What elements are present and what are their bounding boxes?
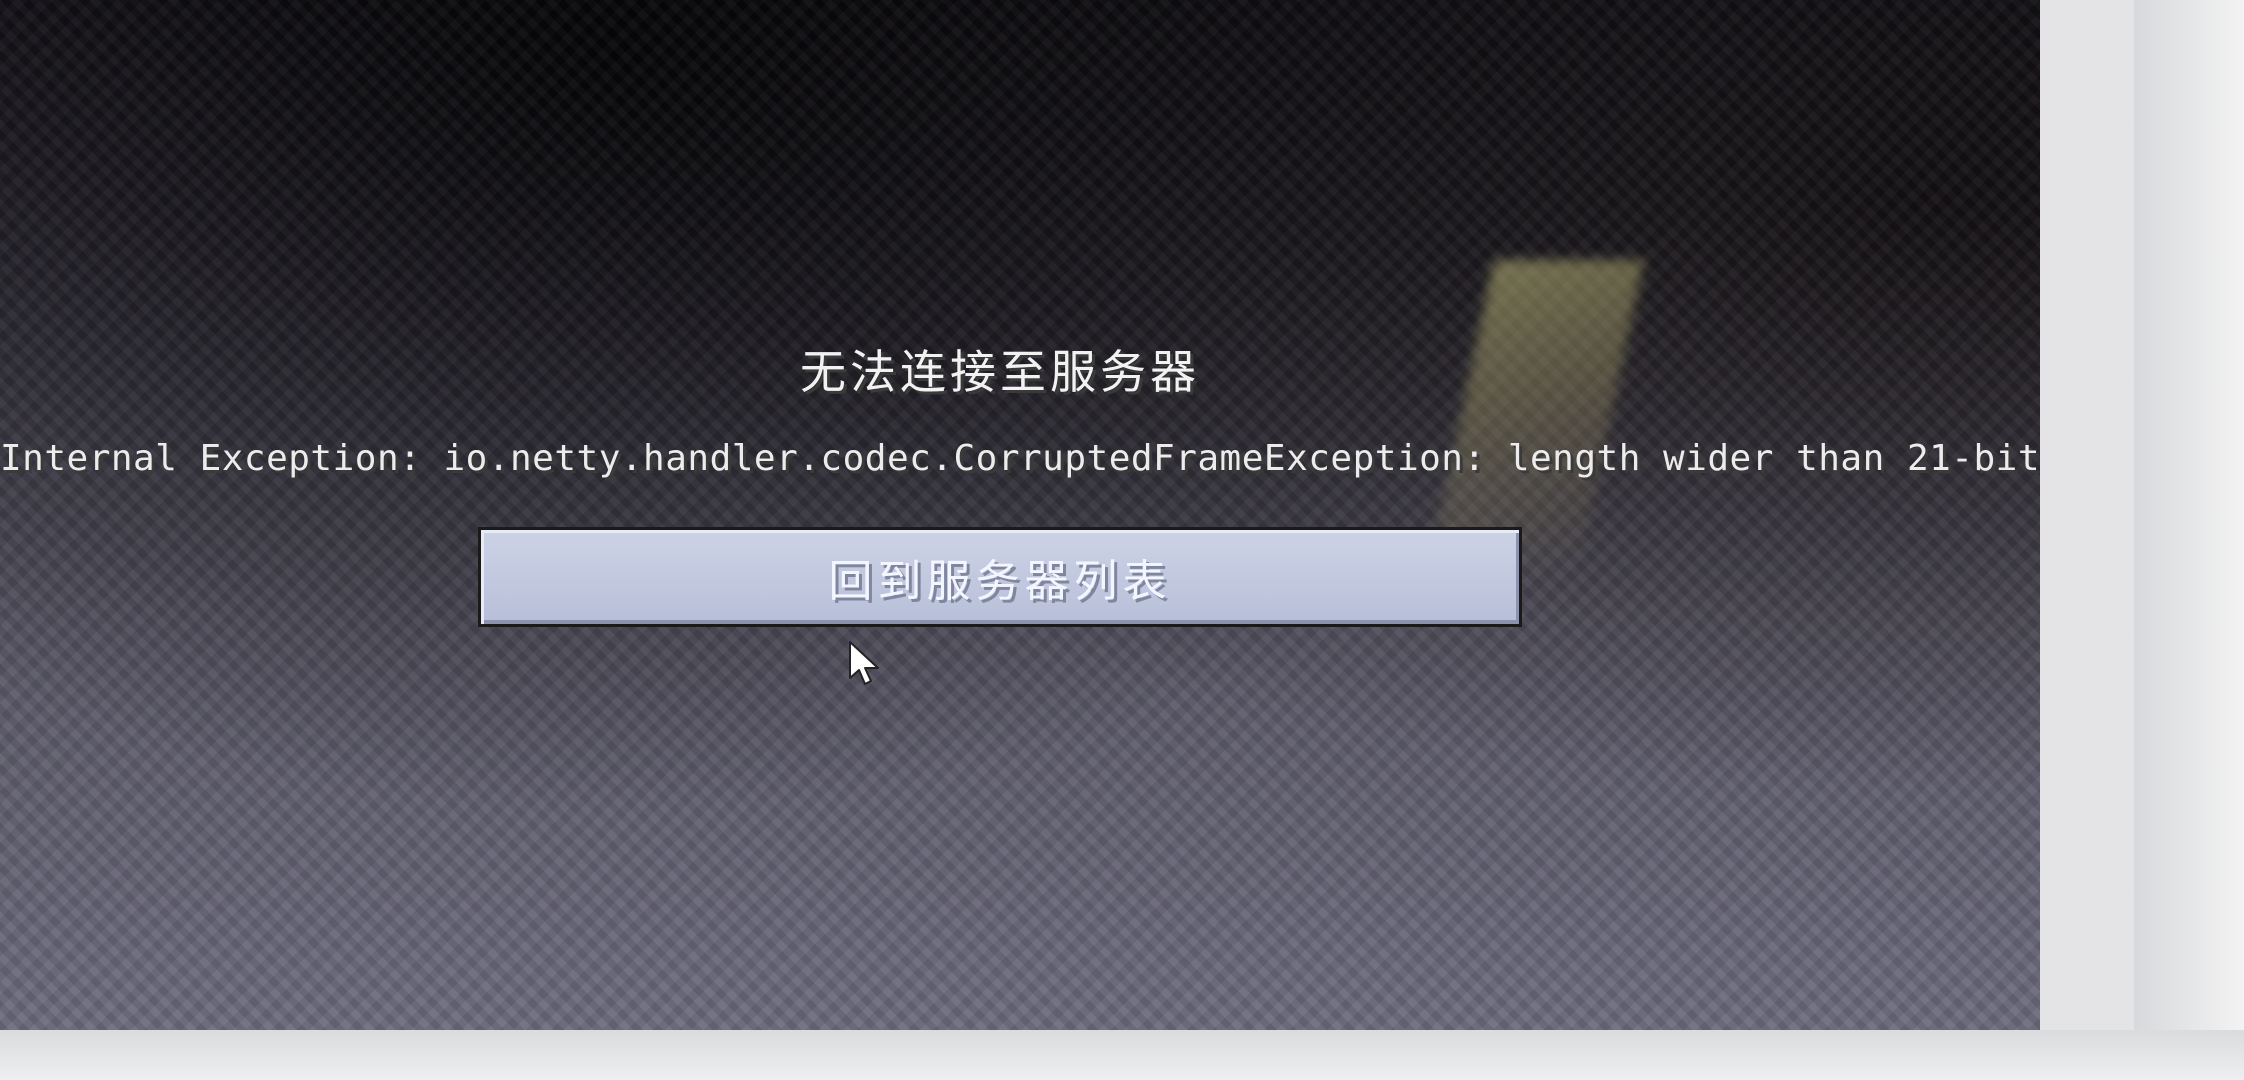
back-button-label: 回到服务器列表 [828, 556, 1172, 607]
disconnect-title: 无法连接至服务器 [800, 345, 1200, 399]
dirt-texture [0, 0, 2040, 1030]
disconnect-reason: Internal Exception: io.netty.handler.cod… [0, 438, 2040, 479]
mouse-pointer-icon [849, 641, 879, 685]
disconnected-screen-background [0, 0, 2040, 1030]
monitor-bezel-right [2134, 0, 2244, 1080]
monitor-bezel-bottom [0, 1030, 2244, 1080]
game-screen: 无法连接至服务器 Internal Exception: io.netty.ha… [0, 0, 2244, 1080]
back-to-server-list-button[interactable]: 回到服务器列表 [478, 527, 1522, 627]
